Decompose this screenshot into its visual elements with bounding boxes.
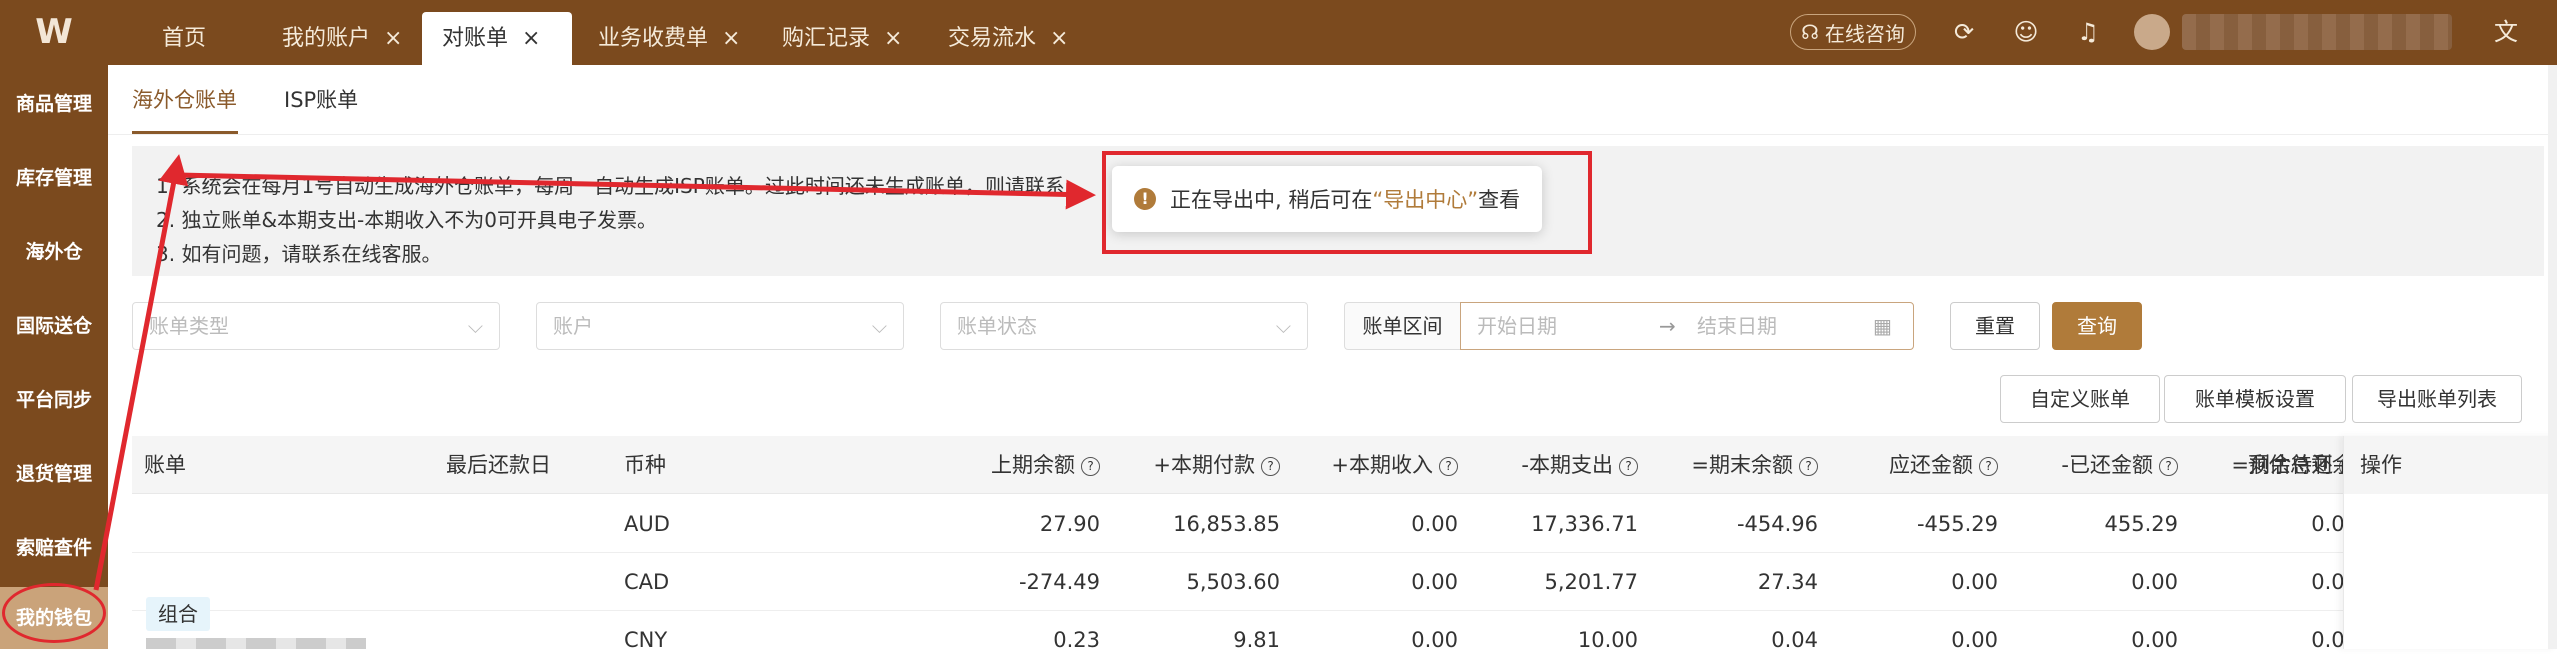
bill-template-settings-button[interactable]: 账单模板设置 (2164, 375, 2346, 423)
tab-fx-records[interactable]: 购汇记录 × (766, 12, 918, 65)
col-last-due: 最后还款日 (446, 453, 551, 477)
col-bill: 账单 (144, 453, 186, 477)
start-date-input[interactable]: 开始日期 (1477, 303, 1557, 349)
group-tag: 组合 (146, 597, 210, 631)
col-currency: 币种 (624, 453, 666, 477)
translate-icon[interactable]: 文 (2490, 16, 2522, 48)
subtab-divider (108, 134, 2557, 135)
close-icon[interactable]: × (384, 12, 402, 65)
tab-label: 购汇记录 (782, 26, 871, 51)
tab-label: 我的账户 (282, 26, 371, 51)
table-row: CNY 0.23 9.81 0.00 10.00 0.04 0.00 0.00 … (132, 611, 2557, 652)
export-bill-list-button[interactable]: 导出账单列表 (2352, 375, 2522, 423)
cell-currency: CNY (624, 628, 668, 652)
app-logo[interactable]: W (22, 14, 86, 50)
cell-currency: CAD (624, 570, 670, 594)
tab-label: 交易流水 (948, 26, 1037, 51)
table-header: 账单 最后还款日 币种 上期余额? +本期付款? +本期收入? -本期支出? =… (132, 436, 2557, 494)
range-arrow-icon: → (1659, 314, 1676, 338)
username-redacted[interactable] (2182, 14, 2452, 50)
col-ops: 操作 (2343, 436, 2557, 494)
consult-label: 在线咨询 (1824, 21, 1905, 46)
sidebar-item-returns[interactable]: 退货管理 (0, 439, 108, 509)
table-row: AUD 27.90 16,853.85 0.00 17,336.71 -454.… (132, 495, 2557, 553)
chevron-down-icon: ⌵ (467, 314, 483, 338)
select-placeholder: 账户 (553, 314, 593, 338)
close-icon[interactable]: × (722, 12, 740, 65)
refresh-icon[interactable]: ⟳ (1948, 16, 1980, 48)
table-row: CAD -274.49 5,503.60 0.00 5,201.77 27.34… (132, 553, 2557, 611)
feedback-icon[interactable]: ☺ (2010, 16, 2042, 48)
tab-home[interactable]: 首页 (146, 12, 222, 65)
bill-type-select[interactable]: 账单类型 ⌵ (132, 302, 500, 350)
tab-label: 首页 (162, 26, 207, 51)
headset-icon: ☊ (1801, 20, 1819, 44)
select-placeholder: 账单状态 (957, 314, 1037, 338)
sidebar-item-overseas-warehouse[interactable]: 海外仓 (0, 217, 108, 287)
vertical-scrollbar[interactable] (2548, 65, 2557, 649)
tab-my-account[interactable]: 我的账户 × (266, 12, 418, 65)
redacted-bill-name (146, 638, 366, 649)
bill-range-label: 账单区间 (1344, 302, 1460, 350)
chevron-down-icon: ⌵ (871, 314, 887, 338)
bill-status-select[interactable]: 账单状态 ⌵ (940, 302, 1308, 350)
subtab-overseas-bill[interactable]: 海外仓账单 (132, 84, 238, 134)
tab-transactions[interactable]: 交易流水 × (932, 12, 1084, 65)
tab-statement[interactable]: 对账单 × (422, 12, 572, 65)
notice-line-1: 1. 系统会在每月1号自动生成海外仓账单，每周一自动生成ISP账单。过此时间还未… (156, 174, 1065, 198)
account-select[interactable]: 账户 ⌵ (536, 302, 904, 350)
annotation-highlight-box (1102, 151, 1592, 254)
cell-remaining: 0.00 (2311, 628, 2358, 652)
custom-bill-button[interactable]: 自定义账单 (2000, 375, 2160, 423)
date-range-picker[interactable]: 开始日期 → 结束日期 ▦ (1460, 302, 1914, 350)
select-placeholder: 账单类型 (149, 314, 229, 338)
avatar[interactable] (2134, 14, 2170, 50)
sidebar-item-claims[interactable]: 索赔查件 (0, 513, 108, 583)
col-estimated: 预估总剩余 (2248, 453, 2343, 477)
subtab-isp-bill[interactable]: ISP账单 (284, 84, 358, 134)
tab-label: 对账单 (442, 26, 509, 51)
chevron-down-icon: ⌵ (1275, 314, 1291, 338)
cell-remaining: 0.00 (2311, 570, 2358, 594)
sidebar-item-intl-delivery[interactable]: 国际送仓 (0, 291, 108, 361)
calendar-icon: ▦ (1873, 314, 1892, 338)
close-icon[interactable]: × (522, 12, 540, 65)
sidebar-item-inventory[interactable]: 库存管理 (0, 143, 108, 213)
cell-remaining: 0.00 (2311, 512, 2358, 536)
reset-button[interactable]: 重置 (1950, 302, 2040, 350)
tab-label: 业务收费单 (598, 26, 709, 51)
notice-line-3: 3. 如有问题，请联系在线客服。 (156, 242, 442, 266)
annotation-circle (2, 583, 106, 643)
online-consult-button[interactable]: ☊ 在线咨询 (1790, 14, 1916, 50)
close-icon[interactable]: × (884, 12, 902, 65)
notice-line-2: 2. 独立账单&本期支出-本期收入不为0可开具电子发票。 (156, 208, 657, 232)
tab-service-fee[interactable]: 业务收费单 × (582, 12, 756, 65)
sidebar-item-products[interactable]: 商品管理 (0, 69, 108, 139)
bell-icon[interactable]: ♫ (2072, 16, 2104, 48)
close-icon[interactable]: × (1050, 12, 1068, 65)
sidebar-item-platform-sync[interactable]: 平台同步 (0, 365, 108, 435)
end-date-input[interactable]: 结束日期 (1697, 303, 1777, 349)
query-button[interactable]: 查询 (2052, 302, 2142, 350)
cell-currency: AUD (624, 512, 670, 536)
